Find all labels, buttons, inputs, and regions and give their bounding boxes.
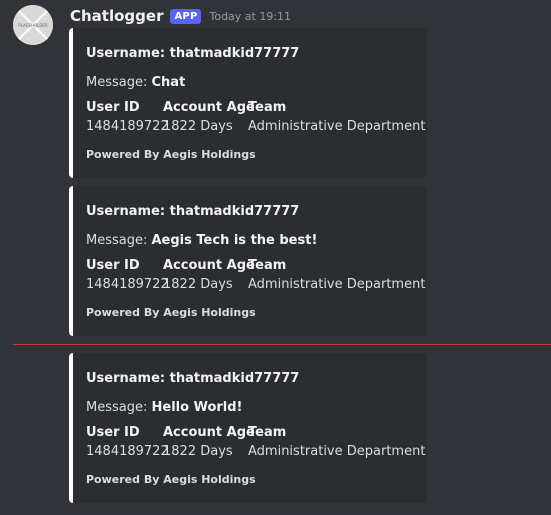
field-name: Account Age bbox=[163, 100, 255, 115]
field-value: Administrative Department bbox=[248, 277, 426, 292]
log-embed: Username: thatmadkid77777 Message: Hello… bbox=[69, 353, 427, 503]
field-account-age: Account Age 1822 Days bbox=[163, 258, 255, 292]
placeholder-avatar-image: PLACEHOLDER bbox=[13, 5, 53, 45]
log-embed: Username: thatmadkid77777 Message: Aegis… bbox=[69, 186, 427, 336]
bot-username[interactable]: Chatlogger bbox=[70, 7, 163, 25]
message-header: Chatlogger APP Today at 19:11 bbox=[70, 6, 291, 26]
field-value: Administrative Department bbox=[248, 444, 426, 459]
field-name: User ID bbox=[86, 100, 140, 115]
field-value: 1484189722 bbox=[86, 119, 169, 134]
avatar-placeholder-text: PLACEHOLDER bbox=[18, 23, 48, 28]
field-value: 1484189722 bbox=[86, 277, 169, 292]
field-user-id: User ID 1484189722 bbox=[86, 100, 169, 134]
field-user-id: User ID 1484189722 bbox=[86, 258, 169, 292]
bot-avatar[interactable]: PLACEHOLDER bbox=[13, 5, 53, 45]
message-label: Message: bbox=[86, 233, 152, 248]
field-account-age: Account Age 1822 Days bbox=[163, 100, 255, 134]
app-badge: APP bbox=[170, 8, 202, 24]
field-team: Team Administrative Department bbox=[248, 425, 425, 459]
field-name: Team bbox=[248, 425, 287, 440]
field-name: Team bbox=[248, 258, 287, 273]
field-value: 1822 Days bbox=[163, 119, 233, 134]
field-name: Account Age bbox=[163, 425, 255, 440]
embed-description: Message: Chat bbox=[86, 75, 185, 90]
embed-title: Username: thatmadkid77777 bbox=[86, 46, 300, 61]
field-value: 1484189722 bbox=[86, 444, 169, 459]
embed-title: Username: thatmadkid77777 bbox=[86, 204, 300, 219]
field-account-age: Account Age 1822 Days bbox=[163, 425, 255, 459]
embed-title: Username: thatmadkid77777 bbox=[86, 371, 300, 386]
field-value: Administrative Department bbox=[248, 119, 426, 134]
field-user-id: User ID 1484189722 bbox=[86, 425, 169, 459]
message-label: Message: bbox=[86, 400, 152, 415]
field-name: Team bbox=[248, 100, 287, 115]
message-label: Message: bbox=[86, 75, 152, 90]
embed-footer: Powered By Aegis Holdings bbox=[86, 473, 256, 486]
message-text: Aegis Tech is the best! bbox=[151, 233, 318, 248]
embed-description: Message: Hello World! bbox=[86, 400, 242, 415]
field-team: Team Administrative Department bbox=[248, 258, 425, 292]
field-name: User ID bbox=[86, 425, 140, 440]
log-embed: Username: thatmadkid77777 Message: Chat … bbox=[69, 28, 427, 178]
embed-footer: Powered By Aegis Holdings bbox=[86, 148, 256, 161]
message-text: Hello World! bbox=[151, 400, 243, 415]
embed-description: Message: Aegis Tech is the best! bbox=[86, 233, 317, 248]
field-name: User ID bbox=[86, 258, 140, 273]
embed-footer: Powered By Aegis Holdings bbox=[86, 306, 256, 319]
field-team: Team Administrative Department bbox=[248, 100, 425, 134]
field-value: 1822 Days bbox=[163, 444, 233, 459]
message-timestamp: Today at 19:11 bbox=[209, 9, 292, 23]
field-name: Account Age bbox=[163, 258, 255, 273]
chat-view: PLACEHOLDER Chatlogger APP Today at 19:1… bbox=[0, 0, 551, 515]
new-messages-divider bbox=[13, 344, 551, 345]
message-text: Chat bbox=[151, 75, 186, 90]
field-value: 1822 Days bbox=[163, 277, 233, 292]
